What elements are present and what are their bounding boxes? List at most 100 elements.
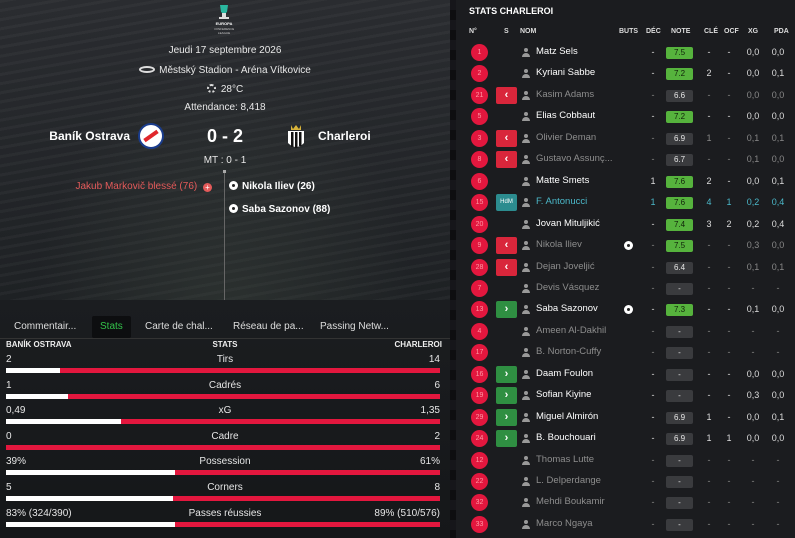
player-row[interactable]: 13 › Saba Sazonov - - - 0,1 0,0 7.3: [456, 299, 795, 320]
player-row[interactable]: 20 Jovan Mituljikić - 3 2 0,2 0,4 7.4: [456, 214, 795, 235]
player-name[interactable]: Sofian Kiyine: [536, 389, 591, 400]
player-dec: -: [651, 497, 655, 508]
player-row[interactable]: 5 Elias Cobbaut - - - 0,0 0,0 7.2: [456, 106, 795, 127]
home-team-crest-icon[interactable]: [138, 123, 164, 149]
player-name[interactable]: Gustavo Assunç...: [536, 153, 613, 164]
player-rating: -: [666, 325, 693, 338]
col-rating[interactable]: NOTE: [671, 28, 690, 35]
col-num[interactable]: N°: [469, 28, 477, 35]
tab-passing-network[interactable]: Passing Netw...: [320, 316, 389, 338]
player-row[interactable]: 19 › Sofian Kiyine - - -0,3 0,0-: [456, 385, 795, 406]
tab-stats[interactable]: Stats: [92, 316, 131, 338]
player-row[interactable]: 33 Marco Ngaya - - - - - -: [456, 514, 795, 535]
stat-label: Cadre: [211, 430, 239, 442]
player-row[interactable]: 6 Matte Smets 1 2 - 0,0 0,1 7.6: [456, 171, 795, 192]
away-team-name[interactable]: Charleroi: [318, 129, 371, 143]
col-ocf[interactable]: OCF: [724, 28, 739, 35]
subbed-off-icon: ‹: [496, 258, 517, 276]
player-rating: -: [666, 368, 693, 381]
player-row[interactable]: 8 ‹ Gustavo Assunç... - - - 0,1 0,0 6.7: [456, 149, 795, 170]
col-decisive[interactable]: DÉC: [646, 28, 661, 35]
subbed-on-icon: ›: [496, 430, 517, 448]
player-ocf: 1: [726, 433, 732, 444]
player-name[interactable]: Mehdi Boukamir: [536, 496, 605, 507]
player-name[interactable]: B. Bouchouari: [536, 432, 596, 443]
player-ocf: -: [727, 304, 731, 315]
player-pda: 0,0: [771, 390, 785, 401]
player-name[interactable]: Elias Cobbaut: [536, 110, 595, 121]
tab-heatmap[interactable]: Carte de chal...: [145, 316, 213, 338]
player-name[interactable]: F. Antonucci: [536, 196, 587, 207]
col-sub[interactable]: S: [504, 28, 509, 35]
player-name[interactable]: Marco Ngaya: [536, 518, 593, 529]
col-pda[interactable]: PDA: [774, 28, 789, 35]
player-row[interactable]: 12 Thomas Lutte - - - - - -: [456, 450, 795, 471]
player-rating: 6.9: [666, 132, 693, 145]
player-rating: -: [666, 518, 693, 531]
stat-away-value: 14: [428, 354, 440, 365]
player-name[interactable]: Miguel Almirón: [536, 411, 598, 422]
player-rating: 7.2: [666, 111, 693, 124]
player-row[interactable]: 29 › Miguel Almirón - 1 - 0,0 0,1 6.9: [456, 407, 795, 428]
player-key: -: [707, 111, 711, 122]
player-dec: -: [651, 282, 655, 293]
player-name[interactable]: Daam Foulon: [536, 368, 593, 379]
player-pda: 0,0: [771, 111, 785, 122]
player-row[interactable]: 24 › B. Bouchouari - 1 1 0,0 0,0 6.9: [456, 428, 795, 449]
away-team-crest-icon[interactable]: [285, 123, 307, 151]
home-team-name[interactable]: Baník Ostrava: [49, 129, 130, 143]
player-row[interactable]: 3 ‹ Olivier Deman - 1 - 0,1 0,1 6.9: [456, 128, 795, 149]
away-event-goal: Nikola Iliev (26): [229, 181, 315, 192]
player-row[interactable]: 32 Mehdi Boukamir - - - - - -: [456, 492, 795, 513]
home-event-injury: Jakub Markovič blessé (76) +: [76, 181, 212, 192]
player-name[interactable]: Saba Sazonov: [536, 303, 598, 314]
player-name[interactable]: Devis Vásquez: [536, 282, 599, 293]
player-row[interactable]: 21 ‹ Kasim Adams - - - 0,0 0,0 6.6: [456, 85, 795, 106]
player-dec: -: [651, 518, 655, 529]
competition-logo-icon: EUROPA CONFERENCE LEAGUE: [214, 5, 234, 35]
player-name[interactable]: Jovan Mituljikić: [536, 218, 600, 229]
player-rating: 6.7: [666, 154, 693, 167]
player-name[interactable]: Matte Smets: [536, 175, 589, 186]
player-ocf: -: [727, 390, 731, 401]
player-ocf: 1: [726, 197, 732, 208]
player-row[interactable]: 16 › Daam Foulon - - -0,0 0,0-: [456, 364, 795, 385]
tab-pass-network[interactable]: Réseau de pa...: [233, 316, 304, 338]
player-name[interactable]: Kasim Adams: [536, 89, 594, 100]
player-pda: -: [776, 454, 780, 465]
stat-home-fill: [6, 419, 122, 425]
player-name[interactable]: Dejan Joveljić: [536, 261, 595, 272]
goal-ball-icon: [624, 241, 633, 251]
player-ocf: -: [727, 368, 731, 379]
player-name[interactable]: L. Delperdange: [536, 475, 601, 486]
player-row[interactable]: 17 B. Norton-Cuffy - - - - - -: [456, 342, 795, 363]
player-row[interactable]: 28 ‹ Dejan Joveljić - - - 0,1 0,1 6.4: [456, 257, 795, 278]
player-name[interactable]: Olivier Deman: [536, 132, 596, 143]
player-row[interactable]: 1 Matz Sels - - - 0,0 0,0 7.5: [456, 42, 795, 63]
player-key: -: [707, 154, 711, 165]
col-name[interactable]: NOM: [520, 28, 536, 35]
player-row[interactable]: 7 Devis Vásquez - - - - - -: [456, 278, 795, 299]
player-name[interactable]: Ameen Al-Dakhil: [536, 325, 606, 336]
player-rating: 7.6: [666, 175, 693, 188]
player-number: 17: [471, 344, 488, 362]
player-name[interactable]: Thomas Lutte: [536, 454, 594, 465]
player-rating: -: [666, 390, 693, 403]
player-row[interactable]: 9 ‹ Nikola Iliev - - - 0,3 0,0 7.5: [456, 235, 795, 256]
player-name[interactable]: Matz Sels: [536, 46, 578, 57]
tab-commentary[interactable]: Commentair...: [14, 316, 76, 338]
player-name[interactable]: B. Norton-Cuffy: [536, 346, 601, 357]
player-key: -: [707, 476, 711, 486]
player-row[interactable]: 15 HdM F. Antonucci 1 4 1 0,2 0,4 7.6: [456, 192, 795, 213]
player-name[interactable]: Kyriani Sabbe: [536, 67, 595, 78]
player-xg: -: [751, 282, 755, 293]
player-row[interactable]: 22 L. Delperdange - - - - - -: [456, 471, 795, 492]
player-name[interactable]: Nikola Iliev: [536, 239, 582, 250]
col-goals[interactable]: BUTS: [619, 28, 638, 35]
player-rating: 6.4: [666, 261, 693, 274]
player-ocf: -: [727, 325, 731, 336]
player-row[interactable]: 2 Kyriani Sabbe - 2 - 0,0 0,1 7.2: [456, 63, 795, 84]
player-row[interactable]: 4 Ameen Al-Dakhil - - - - - -: [456, 321, 795, 342]
col-key-passes[interactable]: CLÉ: [704, 28, 718, 35]
col-xg[interactable]: XG: [748, 28, 758, 35]
